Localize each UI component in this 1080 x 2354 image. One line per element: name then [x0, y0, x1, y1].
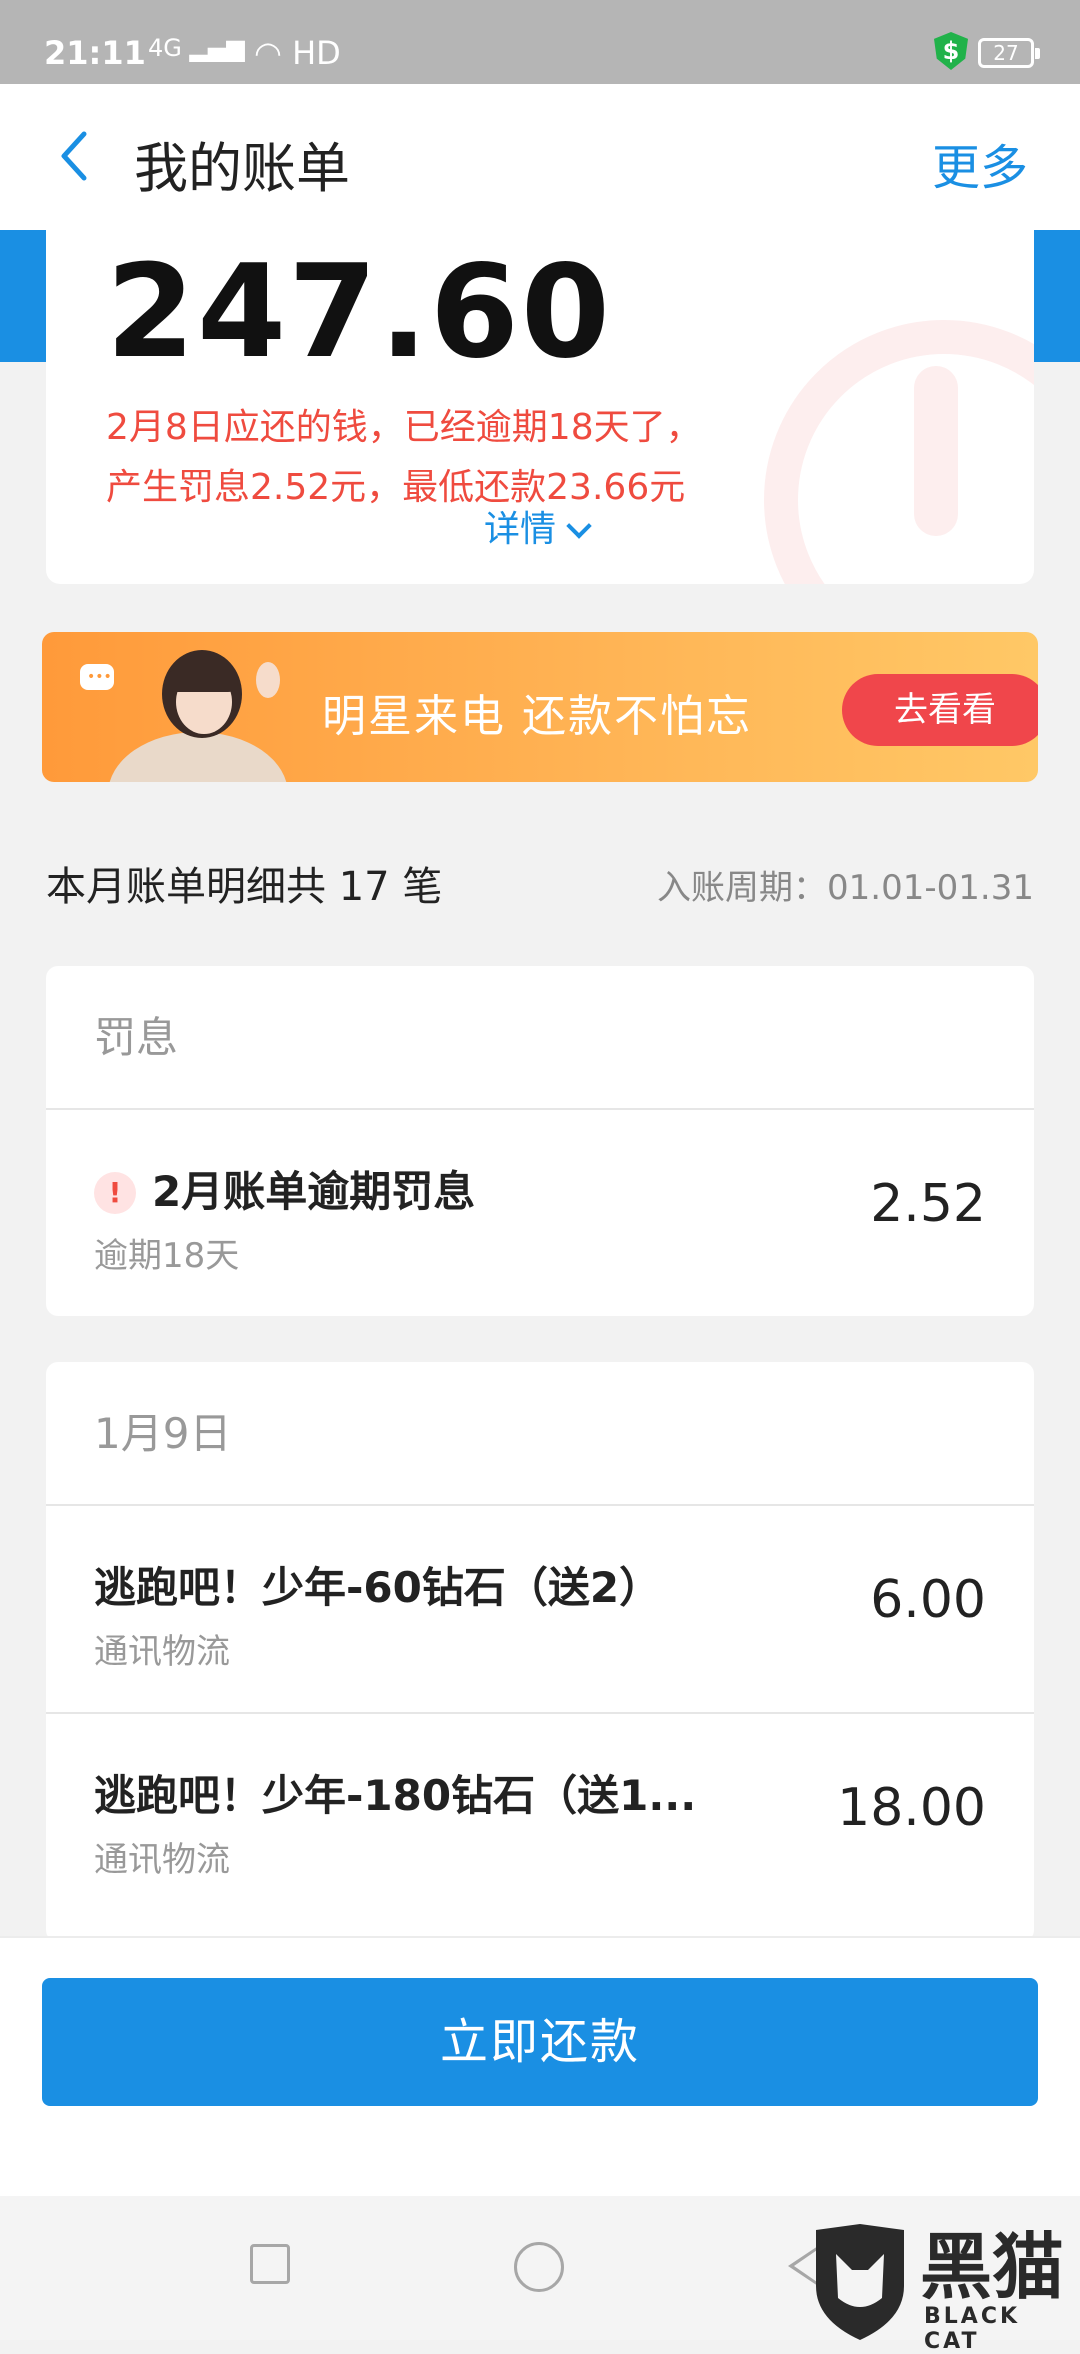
chevron-down-icon — [566, 513, 592, 539]
banner-slogan: 明星来电 还款不怕忘 — [322, 691, 752, 742]
network-type: 4G — [148, 34, 182, 62]
blackcat-logo: 黑猫 BLACK CAT — [808, 2224, 1080, 2354]
page-title: 我的账单 — [134, 137, 350, 200]
bill-amount: 247.60 — [106, 238, 612, 387]
overdue-warning-line1: 2月8日应还的钱，已经逾期18天了， — [106, 407, 702, 448]
cat-shield-icon — [816, 2224, 904, 2340]
list-item[interactable]: ! 2月账单逾期罚息 逾期18天 2.52 — [46, 1110, 1034, 1314]
wifi-icon: ◠ HD — [254, 34, 341, 72]
alert-icon: ! — [94, 1172, 136, 1214]
list-item-name: ! 2月账单逾期罚息 — [94, 1158, 475, 1219]
detail-label: 详情 — [484, 509, 557, 550]
overdue-warning: 2月8日应还的钱，已经逾期18天了， 产生罚息2.52元，最低还款23.66元 — [106, 398, 826, 518]
home-icon[interactable] — [514, 2242, 564, 2292]
list-item[interactable]: 逃跑吧！少年-180钻石（送1... 通讯物流 18.00 — [46, 1714, 1034, 1922]
list-item-name: 逃跑吧！少年-180钻石（送1... — [94, 1771, 697, 1820]
nav-bar: 我的账单 更多 — [0, 84, 1080, 230]
signal-icon: 4G ▂▄▆ — [148, 34, 245, 62]
detail-toggle[interactable]: 详情 — [484, 500, 592, 552]
date-group-header: 1月9日 — [46, 1362, 1034, 1506]
penalty-group-card: 罚息 ! 2月账单逾期罚息 逾期18天 2.52 — [46, 966, 1034, 1316]
battery-icon: 27 — [978, 38, 1040, 68]
date-group-card: 1月9日 逃跑吧！少年-60钻石（送2） 通讯物流 6.00 逃跑吧！少年-18… — [46, 1362, 1034, 1942]
list-item-amount: 2.52 — [870, 1174, 986, 1234]
banner-cta-button[interactable]: 去看看 — [842, 674, 1038, 746]
penalty-item-name: 2月账单逾期罚息 — [152, 1167, 476, 1216]
status-bar: 21:11 4G ▂▄▆ ◠ HD $ 27 — [0, 0, 1080, 84]
recent-apps-icon[interactable] — [250, 2244, 290, 2284]
list-item-subtitle: 通讯物流 — [94, 1632, 230, 1672]
promo-banner[interactable]: ••• 明星来电 还款不怕忘 去看看 — [42, 632, 1038, 782]
list-item-amount: 18.00 — [837, 1778, 986, 1838]
status-time: 21:11 — [44, 34, 146, 72]
bottom-action-bar: 立即还款 — [0, 1936, 1080, 2196]
back-arrow-icon[interactable] — [50, 126, 110, 186]
penalty-group-header: 罚息 — [46, 966, 1034, 1110]
billing-period: 入账周期：01.01-01.31 — [657, 868, 1034, 908]
battery-level: 27 — [993, 41, 1019, 65]
hd-label: HD — [292, 34, 341, 72]
transaction-count: 本月账单明细共 17 笔 — [46, 864, 443, 910]
security-shield-icon: $ — [934, 32, 968, 70]
logo-brand: 黑猫 — [920, 2225, 1065, 2309]
bill-summary-card: 247.60 2月8日应还的钱，已经逾期18天了， 产生罚息2.52元，最低还款… — [46, 230, 1034, 584]
list-item-amount: 6.00 — [870, 1570, 986, 1630]
list-item-subtitle: 通讯物流 — [94, 1840, 230, 1880]
repay-now-button[interactable]: 立即还款 — [42, 1978, 1038, 2106]
logo-brand-sub: BLACK CAT — [924, 2304, 1021, 2354]
list-item-subtitle: 逾期18天 — [94, 1236, 240, 1276]
list-item-name: 逃跑吧！少年-60钻石（送2） — [94, 1563, 662, 1612]
overdue-watermark-mark — [914, 366, 958, 536]
more-button[interactable]: 更多 — [932, 128, 1028, 198]
list-item[interactable]: 逃跑吧！少年-60钻石（送2） 通讯物流 6.00 — [46, 1506, 1034, 1714]
bill-details-header: 本月账单明细共 17 笔 入账周期：01.01-01.31 — [0, 848, 1080, 910]
overdue-warning-line2: 产生罚息2.52元，最低还款23.66元 — [106, 467, 686, 508]
celebrity-image — [109, 650, 287, 782]
